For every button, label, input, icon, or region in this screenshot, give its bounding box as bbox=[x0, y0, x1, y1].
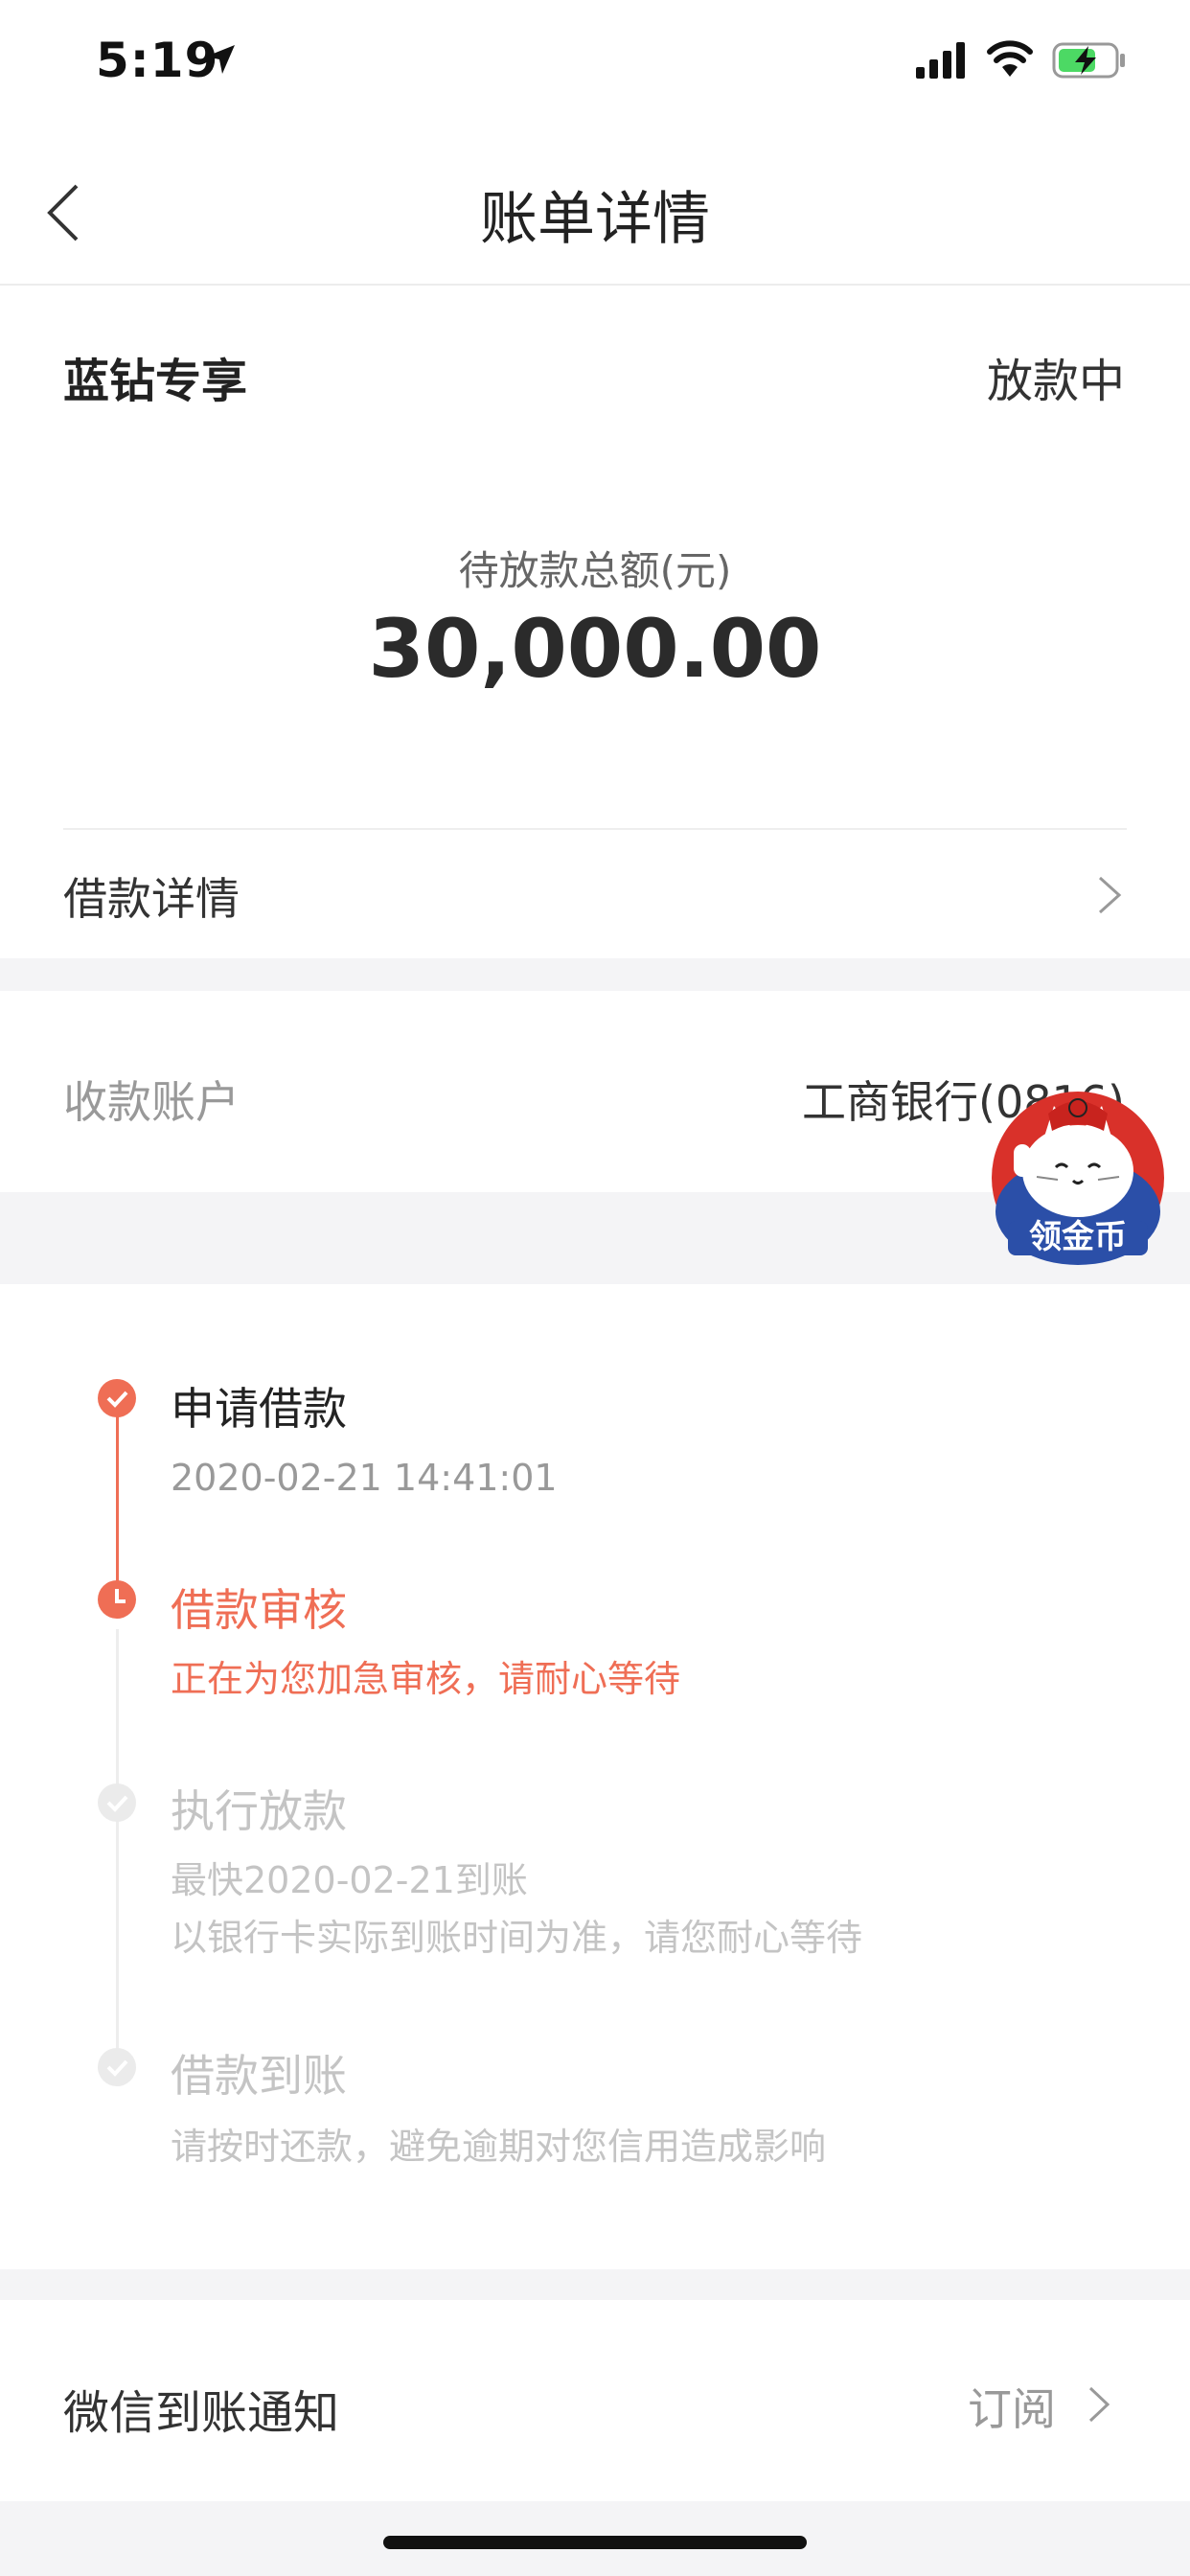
status-time: 5:19 bbox=[96, 33, 219, 88]
step-title: 执行放款 bbox=[171, 1785, 347, 1837]
loan-status: 放款中 bbox=[986, 355, 1125, 408]
chevron-right-icon[interactable] bbox=[1096, 874, 1123, 916]
amount-label: 待放款总额(元) bbox=[458, 547, 732, 594]
coin-reward-badge-icon[interactable]: 领金币 bbox=[989, 1089, 1167, 1267]
step-desc: 最快2020-02-21到账 bbox=[171, 1859, 528, 1901]
badge-text: 领金币 bbox=[1029, 1218, 1127, 1256]
step-title: 借款到账 bbox=[171, 2050, 347, 2102]
pending-check-icon bbox=[98, 2048, 136, 2086]
chevron-right-icon[interactable] bbox=[1087, 2384, 1111, 2425]
loan-detail-row[interactable]: 借款详情 bbox=[63, 864, 240, 928]
divider bbox=[63, 828, 1127, 830]
step-desc: 2020-02-21 14:41:01 bbox=[171, 1457, 558, 1499]
clock-circle-icon bbox=[98, 1580, 136, 1619]
timeline-progress-line bbox=[116, 1401, 119, 1593]
wifi-icon bbox=[987, 40, 1033, 77]
account-label: 收款账户 bbox=[63, 1076, 240, 1128]
step-title: 申请借款 bbox=[171, 1383, 347, 1435]
pending-check-icon bbox=[98, 1783, 136, 1822]
battery-charging-icon bbox=[1052, 42, 1125, 79]
step-desc: 请按时还款，避免逾期对您信用造成影响 bbox=[171, 2126, 827, 2168]
step-desc: 正在为您加急审核，请耐心等待 bbox=[171, 1658, 681, 1700]
wechat-notify-label: 微信到账通知 bbox=[63, 2386, 340, 2440]
home-indicator bbox=[383, 2536, 807, 2549]
step-title: 借款审核 bbox=[171, 1584, 347, 1636]
check-circle-icon bbox=[98, 1379, 136, 1417]
cellular-signal-icon bbox=[916, 42, 965, 79]
page-title: 账单详情 bbox=[480, 186, 710, 253]
amount-value: 30,000.00 bbox=[368, 602, 822, 696]
location-arrow-icon bbox=[206, 45, 235, 74]
product-name: 蓝钻专享 bbox=[63, 355, 248, 408]
timeline-pending-line bbox=[116, 1629, 119, 2070]
step-desc: 以银行卡实际到账时间为准，请您耐心等待 bbox=[171, 1917, 863, 1959]
subscribe-button[interactable]: 订阅 bbox=[968, 2375, 1056, 2438]
